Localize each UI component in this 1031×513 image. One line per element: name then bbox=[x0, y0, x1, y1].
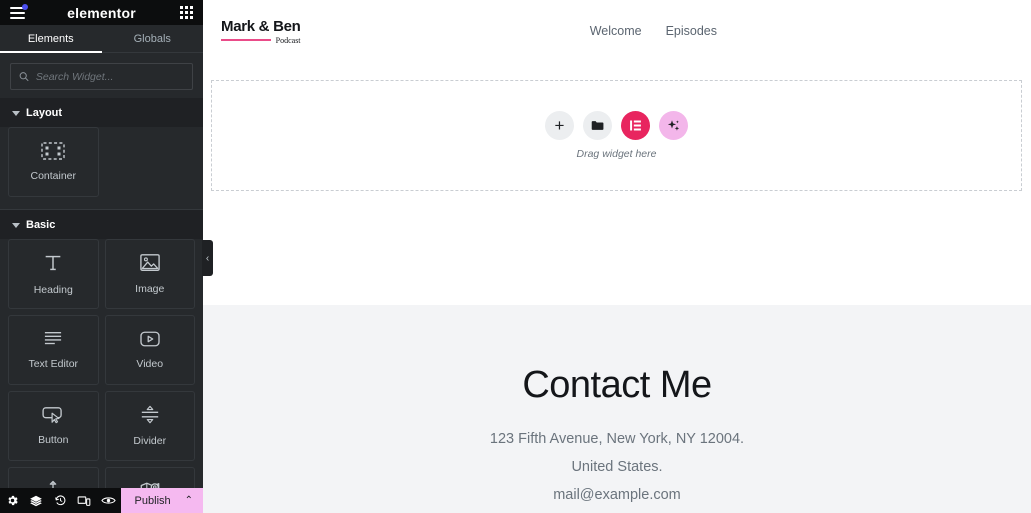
contact-country: United States. bbox=[571, 459, 663, 475]
preview-eye-icon[interactable] bbox=[96, 488, 120, 513]
elementor-editor: elementor Elements Globals Search Widget… bbox=[0, 0, 1031, 513]
contact-address: 123 Fifth Avenue, New York, NY 12004. bbox=[489, 431, 745, 447]
elementor-panel: elementor Elements Globals Search Widget… bbox=[0, 0, 213, 513]
dropzone-buttons: + bbox=[545, 111, 688, 140]
chevron-down-icon bbox=[12, 110, 20, 116]
elementor-brand: elementor bbox=[67, 4, 136, 21]
settings-gear-icon[interactable] bbox=[0, 488, 24, 513]
video-icon bbox=[140, 331, 160, 347]
search-widget-container bbox=[0, 53, 203, 98]
contact-section: Contact Me 123 Fifth Avenue, New York, N… bbox=[203, 305, 1031, 513]
panel-header: elementor bbox=[0, 0, 203, 25]
add-template-button[interactable] bbox=[583, 111, 612, 140]
publish-button[interactable]: Publish ⌃ bbox=[120, 488, 204, 513]
search-box[interactable] bbox=[10, 63, 193, 90]
panel-collapse-handle[interactable]: ‹ bbox=[202, 240, 213, 276]
site-header: Mark & Ben Podcast Welcome Episodes bbox=[203, 0, 1031, 62]
tab-elements[interactable]: Elements bbox=[0, 25, 102, 53]
container-icon bbox=[41, 142, 65, 160]
heading-icon bbox=[45, 255, 61, 271]
section-title-label: Layout bbox=[26, 107, 63, 119]
panel-tabs: Elements Globals bbox=[0, 25, 203, 53]
apps-grid-icon[interactable] bbox=[180, 6, 193, 19]
panel-bottom-bar: Publish ⌃ bbox=[0, 488, 204, 513]
widget-dropzone[interactable]: + Drag widget here bbox=[211, 80, 1022, 191]
logo-subtitle: Podcast bbox=[221, 36, 301, 45]
chevron-down-icon bbox=[12, 222, 20, 228]
widget-container[interactable]: Container bbox=[8, 127, 99, 197]
elementor-logo-button[interactable] bbox=[621, 111, 650, 140]
section-title-label: Basic bbox=[26, 219, 56, 231]
notification-dot bbox=[22, 3, 28, 10]
widget-heading[interactable]: Heading bbox=[8, 239, 99, 309]
layout-widget-grid: Container bbox=[0, 127, 203, 205]
tab-globals[interactable]: Globals bbox=[102, 25, 204, 52]
widget-label: Button bbox=[38, 434, 69, 446]
ai-button[interactable] bbox=[659, 111, 688, 140]
sparkle-ai-icon bbox=[667, 120, 680, 131]
site-nav: Welcome Episodes bbox=[590, 24, 1007, 38]
logo-rule bbox=[221, 39, 271, 41]
search-input[interactable] bbox=[35, 70, 184, 83]
history-clock-icon[interactable] bbox=[48, 488, 72, 513]
button-icon bbox=[42, 407, 63, 424]
contact-email: mail@example.com bbox=[553, 487, 681, 503]
widget-image[interactable]: Image bbox=[104, 239, 195, 309]
section-header-basic[interactable]: Basic bbox=[0, 210, 203, 239]
widget-label: Container bbox=[30, 170, 77, 182]
chevron-left-icon: ‹ bbox=[205, 252, 210, 264]
widget-list[interactable]: Layout Container Basic Heading Image Tex… bbox=[0, 98, 203, 513]
widget-label: Heading bbox=[33, 284, 73, 296]
widget-divider[interactable]: Divider bbox=[104, 391, 195, 461]
folder-icon bbox=[591, 121, 604, 130]
widget-label: Video bbox=[136, 358, 164, 370]
editor-canvas: Mark & Ben Podcast Welcome Episodes + Dr… bbox=[203, 0, 1031, 513]
elementor-logo-icon bbox=[630, 120, 641, 131]
contact-title: Contact Me bbox=[522, 364, 712, 406]
widget-label: Text Editor bbox=[28, 358, 79, 370]
widget-label: Divider bbox=[133, 435, 167, 447]
dropzone-label: Drag widget here bbox=[576, 148, 657, 160]
text-editor-icon bbox=[45, 332, 62, 345]
widget-label: Image bbox=[135, 283, 165, 295]
widget-text-editor[interactable]: Text Editor bbox=[8, 315, 99, 385]
navigator-layers-icon[interactable] bbox=[24, 488, 48, 513]
chevron-up-icon: ⌃ bbox=[184, 495, 194, 506]
logo-sub-text: Podcast bbox=[275, 35, 301, 45]
image-icon bbox=[139, 254, 160, 271]
responsive-mode-icon[interactable] bbox=[72, 488, 96, 513]
nav-item-welcome[interactable]: Welcome bbox=[590, 24, 642, 38]
publish-label: Publish bbox=[134, 494, 171, 507]
widget-button[interactable]: Button bbox=[8, 391, 99, 461]
logo-main-text: Mark & Ben bbox=[221, 17, 301, 35]
divider-icon bbox=[141, 405, 158, 424]
site-logo[interactable]: Mark & Ben Podcast bbox=[221, 18, 301, 45]
plus-icon: + bbox=[554, 116, 565, 135]
search-icon bbox=[19, 72, 29, 82]
add-element-button[interactable]: + bbox=[545, 111, 574, 140]
section-header-layout[interactable]: Layout bbox=[0, 98, 203, 127]
nav-item-episodes[interactable]: Episodes bbox=[666, 24, 717, 38]
widget-video[interactable]: Video bbox=[104, 315, 195, 385]
hamburger-menu-icon[interactable] bbox=[10, 3, 28, 19]
basic-widget-grid: Heading Image Text Editor Video Button D… bbox=[0, 239, 203, 513]
